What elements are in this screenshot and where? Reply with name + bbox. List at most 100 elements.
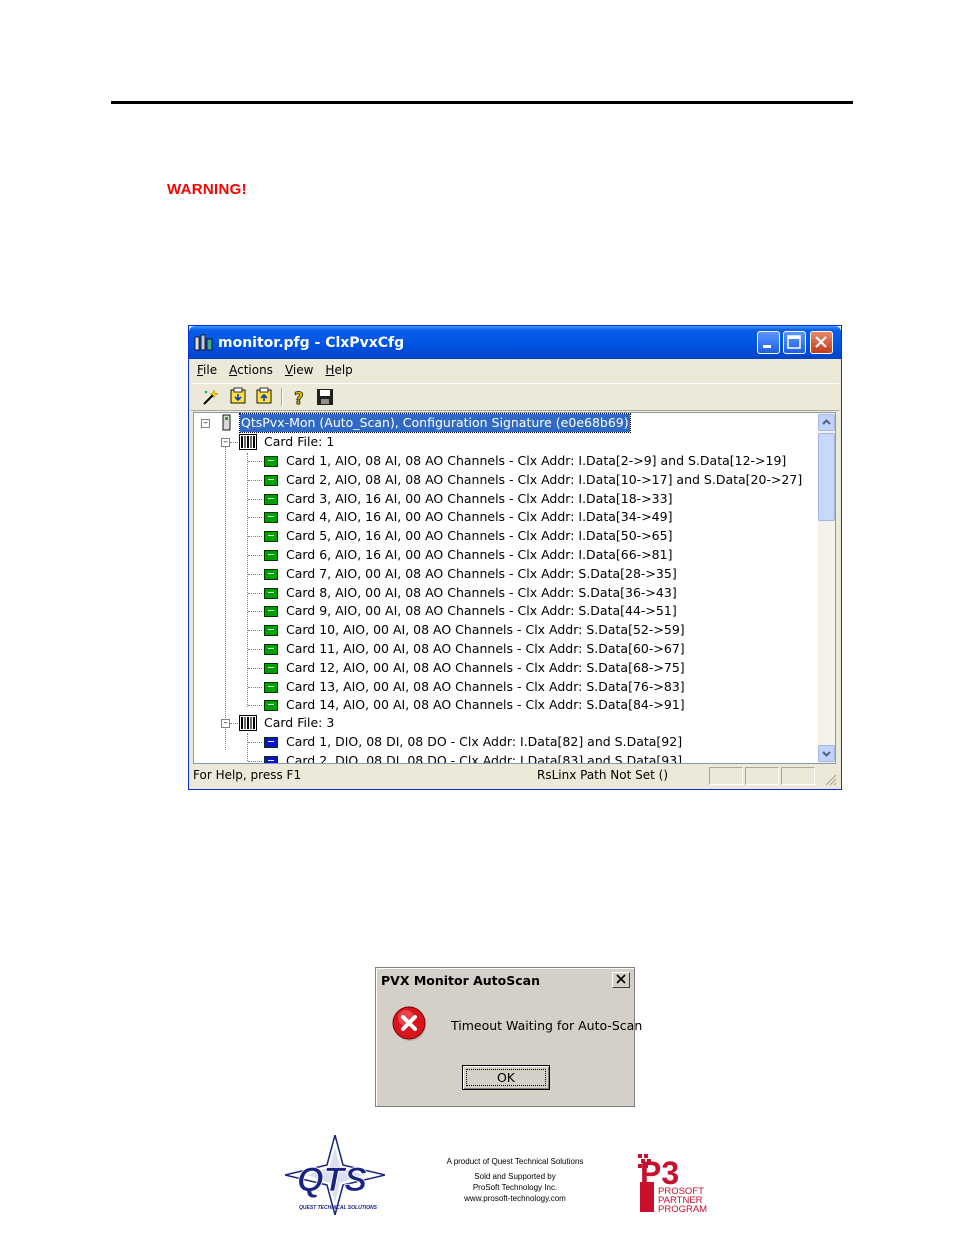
card-row[interactable]: Card 13, AIO, 00 AI, 08 AO Channels - Cl… — [194, 678, 814, 696]
window-title: monitor.pfg - ClxPvxCfg — [218, 335, 405, 351]
svg-text:QTS: QTS — [297, 1161, 367, 1199]
autoscan-dialog: PVX Monitor AutoScan Timeout Waiting for… — [375, 967, 642, 1107]
card-label: Card 7, AIO, 00 AI, 08 AO Channels - Clx… — [286, 565, 677, 581]
minimize-icon — [763, 345, 771, 348]
card-row[interactable]: Card 5, AIO, 16 AI, 00 AO Channels - Clx… — [194, 527, 814, 545]
config-tree[interactable]: – QtsPvx-Mon (Auto_Scan), Configuration … — [193, 412, 836, 764]
clxpvxcfg-window: monitor.pfg - ClxPvxCfg File Actions View H… — [188, 325, 842, 790]
ok-button[interactable]: OK — [462, 1065, 550, 1090]
card-file-label: Card File: 1 — [264, 434, 335, 449]
card-row[interactable]: Card 11, AIO, 00 AI, 08 AO Channels - Cl… — [194, 640, 814, 658]
status-path-text: RsLinx Path Not Set () — [537, 768, 669, 782]
card-label: Card 8, AIO, 00 AI, 08 AO Channels - Clx… — [286, 584, 677, 600]
analog-card-icon — [264, 662, 278, 674]
card-row[interactable]: Card 12, AIO, 00 AI, 08 AO Channels - Cl… — [194, 659, 814, 677]
scroll-down-button[interactable] — [818, 745, 835, 762]
card-row[interactable]: Card 2, AIO, 08 AI, 08 AO Channels - Clx… — [194, 471, 814, 489]
footer-line: ProSoft Technology Inc. — [472, 1183, 558, 1192]
close-button[interactable] — [810, 331, 833, 354]
card-row[interactable]: Card 14, AIO, 00 AI, 08 AO Channels - Cl… — [194, 696, 814, 714]
collapse-toggle[interactable]: – — [201, 419, 210, 428]
collapse-toggle[interactable]: – — [221, 438, 230, 447]
card-row[interactable]: Card 8, AIO, 00 AI, 08 AO Channels - Clx… — [194, 584, 814, 602]
status-help-text: For Help, press F1 — [193, 768, 302, 782]
warning-heading: WARNING! — [167, 181, 247, 198]
card-file-row[interactable]: – Card File: 1 — [194, 433, 814, 451]
close-icon — [815, 336, 827, 348]
analog-card-icon — [264, 550, 278, 561]
analog-card-icon — [264, 568, 278, 580]
card-label: Card 12, AIO, 00 AI, 08 AO Channels - Cl… — [286, 659, 685, 675]
card-row[interactable]: Card 2, DIO, 08 DI, 08 DO - Clx Addr: I.… — [194, 752, 814, 764]
close-icon — [616, 974, 626, 984]
toolbar-separator — [281, 388, 283, 406]
analog-card-icon — [264, 644, 278, 655]
header-rule — [111, 101, 853, 104]
vertical-scrollbar[interactable] — [818, 413, 835, 763]
card-row[interactable]: Card 9, AIO, 00 AI, 08 AO Channels - Clx… — [194, 602, 814, 620]
maximize-button[interactable] — [783, 331, 806, 354]
analog-card-icon — [264, 681, 278, 693]
card-label: Card 2, AIO, 08 AI, 08 AO Channels - Clx… — [286, 471, 803, 487]
analog-card-icon — [264, 474, 278, 486]
card-label: Card 13, AIO, 00 AI, 08 AO Channels - Cl… — [286, 678, 685, 694]
analog-card-icon — [264, 531, 278, 543]
rack-icon — [239, 434, 257, 450]
menu-bar: File Actions View Help — [191, 360, 839, 382]
dialog-titlebar[interactable]: PVX Monitor AutoScan — [378, 970, 632, 990]
footer-line: A product of Quest Technical Solutions — [446, 1157, 584, 1166]
tree-root-label: QtsPvx-Mon (Auto_Scan), Configuration Si… — [239, 413, 631, 433]
digital-card-icon — [264, 737, 278, 748]
collapse-toggle[interactable]: – — [221, 719, 230, 728]
footer-link[interactable]: www.prosoft-technology.com — [430, 1193, 600, 1204]
card-label: Card 10, AIO, 00 AI, 08 AO Channels - Cl… — [286, 622, 685, 638]
processor-icon — [222, 414, 231, 431]
menu-file[interactable]: File — [191, 360, 223, 377]
qts-logo: QTS QUEST TECHNICAL SOLUTIONS — [285, 1135, 385, 1215]
footer-credits: A product of Quest Technical Solutions S… — [430, 1156, 600, 1204]
resize-grip-icon[interactable] — [823, 772, 837, 786]
help-icon[interactable]: ? — [289, 387, 309, 407]
tree-root-row[interactable]: – QtsPvx-Mon (Auto_Scan), Configuration … — [194, 413, 814, 433]
card-row[interactable]: Card 6, AIO, 16 AI, 00 AO Channels - Clx… — [194, 546, 814, 564]
card-row[interactable]: Card 4, AIO, 16 AI, 00 AO Channels - Clx… — [194, 508, 814, 526]
card-row[interactable]: Card 10, AIO, 00 AI, 08 AO Channels - Cl… — [194, 621, 814, 639]
card-label: Card 6, AIO, 16 AI, 00 AO Channels - Clx… — [286, 547, 673, 562]
card-file-row[interactable]: – Card File: 3 — [194, 714, 814, 732]
dialog-close-button[interactable] — [612, 972, 630, 988]
analog-card-icon — [264, 606, 278, 618]
upload-icon[interactable] — [255, 387, 275, 407]
analog-card-icon — [264, 625, 278, 637]
card-label: Card 2, DIO, 08 DI, 08 DO - Clx Addr: I.… — [286, 752, 683, 764]
download-icon[interactable] — [229, 387, 249, 407]
scroll-up-button[interactable] — [818, 414, 835, 431]
card-label: Card 14, AIO, 00 AI, 08 AO Channels - Cl… — [286, 697, 685, 713]
dialog-message: Timeout Waiting for Auto-Scan — [451, 1018, 643, 1033]
svg-text:?: ? — [294, 389, 304, 407]
error-icon — [392, 1006, 426, 1041]
menu-help[interactable]: Help — [319, 360, 358, 377]
analog-card-icon — [264, 493, 278, 505]
window-titlebar[interactable]: monitor.pfg - ClxPvxCfg — [189, 326, 841, 359]
dialog-title: PVX Monitor AutoScan — [381, 973, 540, 988]
chevron-up-icon — [822, 419, 831, 425]
analog-card-icon — [264, 587, 278, 599]
menu-view[interactable]: View — [279, 360, 319, 377]
minimize-button[interactable] — [757, 331, 780, 354]
scan-wand-icon[interactable] — [201, 387, 221, 407]
status-panel — [781, 767, 815, 785]
card-row[interactable]: Card 7, AIO, 00 AI, 08 AO Channels - Clx… — [194, 565, 814, 583]
card-label: Card 5, AIO, 16 AI, 00 AO Channels - Clx… — [286, 528, 673, 544]
analog-card-icon — [264, 700, 278, 712]
scroll-thumb[interactable] — [818, 433, 835, 521]
save-icon[interactable] — [315, 387, 335, 407]
footer-line: Sold and Supported by — [474, 1172, 556, 1181]
status-panel — [745, 767, 779, 785]
card-row[interactable]: Card 3, AIO, 16 AI, 00 AO Channels - Clx… — [194, 490, 814, 508]
digital-card-icon — [264, 755, 278, 763]
card-row[interactable]: Card 1, AIO, 08 AI, 08 AO Channels - Clx… — [194, 452, 814, 470]
menu-actions[interactable]: Actions — [223, 360, 279, 377]
svg-text:PROGRAM: PROGRAM — [658, 1204, 707, 1214]
status-bar: For Help, press F1 RsLinx Path Not Set (… — [191, 766, 839, 788]
card-row[interactable]: Card 1, DIO, 08 DI, 08 DO - Clx Addr: I.… — [194, 733, 814, 751]
